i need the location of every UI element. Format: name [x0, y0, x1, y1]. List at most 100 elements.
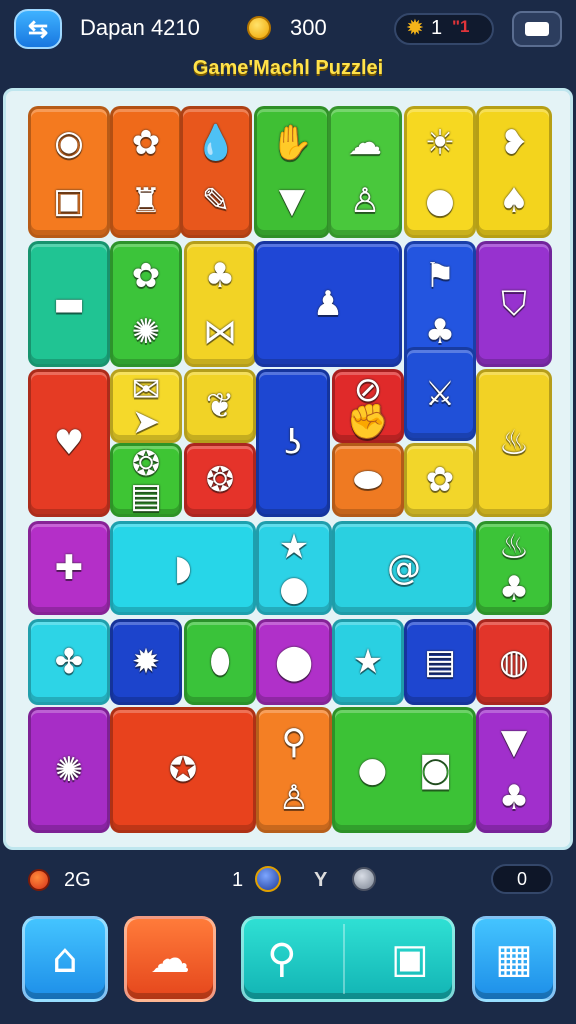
tile-grenade[interactable]: ◍ [476, 619, 552, 705]
camera-icon[interactable]: ▣ [391, 936, 429, 982]
swap-arrows-icon: ⇆ [27, 15, 49, 43]
tile-fruit-money[interactable]: ● ◙ [332, 707, 476, 833]
hand-icon: ✊ [346, 402, 390, 443]
coin-icon [247, 16, 271, 40]
tile-bubble-rocket[interactable]: ✉ ➤ [110, 369, 182, 443]
menu-button[interactable] [512, 11, 562, 47]
heart-icon: ♥ [53, 423, 85, 463]
player-name: Dapan 4210 [80, 15, 200, 40]
leaf-icon: ♠ [498, 181, 530, 222]
tile-heart[interactable]: ♥ [28, 369, 110, 517]
tile-gear-green[interactable]: ✺ [28, 707, 110, 833]
home-button[interactable]: ⌂ [22, 916, 108, 1002]
tile-bulb[interactable]: ⬤ [256, 619, 332, 705]
tile-glove-arrowhead[interactable]: ✋ ▼ [254, 106, 330, 238]
stone-icon[interactable] [352, 867, 376, 891]
score-counter: 0 [491, 864, 553, 894]
tile-paperclip-hand[interactable]: ⊘ ✊ [332, 369, 404, 443]
carrot-icon: ▼ [500, 722, 528, 763]
tile-meat-leaf[interactable]: ❥ ♠ [476, 106, 552, 238]
tile-star-red[interactable]: ★ [332, 619, 404, 705]
shell-icon: ✺ [131, 311, 161, 352]
flower-icon: ✿ [131, 256, 161, 297]
tile-candle[interactable]: ♨ [476, 369, 552, 517]
tile-flower-shell[interactable]: ✿ ✺ [110, 241, 182, 367]
pineapple-icon: ✤ [54, 642, 84, 682]
camera-icon: ▣ [52, 181, 86, 222]
grid-icon: ▦ [495, 936, 533, 982]
tile-cloud-lamp[interactable]: ☁ ♙ [328, 106, 402, 238]
tile-snail[interactable]: @ [332, 521, 476, 615]
tile-star-orange[interactable]: ★ ● [256, 521, 332, 615]
grid-button[interactable]: ▦ [472, 916, 556, 1002]
rocket-icon: ⚲ [281, 722, 307, 763]
sun-icon: ☀ [424, 122, 456, 163]
fruit-icon: ● [357, 750, 388, 790]
hat-icon: ♣ [204, 256, 236, 297]
tile-pill[interactable]: ⬬ [332, 443, 404, 517]
lightbulb-icon: ⬤ [274, 642, 314, 682]
water-drop-icon: 💧 [194, 122, 238, 163]
tool-button-group: ⚲ ▣ [241, 916, 455, 1002]
tile-pineapple[interactable]: ✤ [28, 619, 110, 705]
tile-bottle[interactable]: ♟ [254, 241, 402, 367]
star-icon: ★ [352, 642, 384, 682]
tile-drop-brush[interactable]: 💧 ✎ [180, 106, 252, 238]
game-title: Game'Machl Puzzlei [192, 57, 384, 79]
tile-rocket-candle[interactable]: ⚲ ♙ [256, 707, 332, 833]
tile-sun-badge[interactable]: ✪ [110, 707, 256, 833]
tile-pickle[interactable]: ◗ [110, 521, 256, 615]
level-value: 1 [431, 17, 443, 39]
cloud-icon: ☁ [150, 936, 190, 982]
magnifier-icon[interactable]: ⚲ [267, 936, 296, 982]
tile-sun-radio[interactable]: ❂ ▤ [110, 443, 182, 517]
money-icon: ◙ [419, 750, 453, 790]
tile-hat-bow[interactable]: ♣ ⋈ [184, 241, 256, 367]
grenade-icon: ◍ [499, 642, 529, 682]
tile-hook[interactable]: ʖ [256, 369, 330, 517]
sunflower-icon: ❂ [205, 460, 235, 500]
tile-eye-camera[interactable]: ◉ ▣ [28, 106, 110, 238]
level-extra: "1 [452, 17, 470, 36]
battery-icon [525, 22, 549, 36]
tile-flower-yellow[interactable]: ✿ [404, 443, 476, 517]
meat-icon: ❥ [499, 122, 529, 163]
tile-cross[interactable]: ✚ [28, 521, 110, 615]
cloud-button[interactable]: ☁ [124, 916, 216, 1002]
tile-notepad[interactable]: ▤ [404, 619, 476, 705]
tile-cake[interactable]: ▬ [28, 241, 110, 367]
tile-gear-robot[interactable]: ✿ ♜ [110, 106, 182, 238]
tile-sword[interactable]: ⚔ [404, 347, 476, 441]
candle-icon: ♨ [498, 423, 530, 463]
sword-icon: ⚔ [424, 374, 456, 414]
tile-leaf[interactable]: ❦ [184, 369, 256, 443]
radio-icon: ▤ [129, 476, 163, 517]
shield-icon: ⛉ [501, 284, 527, 324]
hook-icon: ʖ [284, 423, 302, 463]
hint-count: 1 [232, 869, 244, 891]
cake-icon: ▬ [52, 284, 86, 324]
cross-icon: ✚ [54, 548, 84, 588]
tile-sun-lemon[interactable]: ☀ ● [404, 106, 476, 238]
robot-icon: ♜ [130, 181, 162, 222]
snail-icon: @ [387, 548, 421, 588]
tile-sunflower[interactable]: ❂ [184, 443, 256, 517]
potted-plant-icon: ♣ [498, 777, 530, 818]
status-row: 2G 1 Y 0 [0, 860, 576, 900]
gear-icon: ✿ [131, 122, 161, 163]
top-bar: ⇆ Dapan 4210 300 ✹ 1 "1 [0, 0, 576, 56]
bottle-icon: ♟ [312, 284, 344, 324]
tile-potato[interactable]: ⬮ [184, 619, 256, 705]
gear-icon: ✺ [54, 750, 84, 790]
tile-pot-plant[interactable]: ♨ ♣ [476, 521, 552, 615]
bow-icon: ⋈ [203, 311, 237, 352]
gear-icon: ✹ [405, 15, 425, 40]
bomb-icon[interactable] [255, 866, 281, 892]
tile-gear-red[interactable]: ✹ [110, 619, 182, 705]
tile-carrot-plant[interactable]: ▼ ♣ [476, 707, 552, 833]
tile-shield[interactable]: ⛉ [476, 241, 552, 367]
potted-plant-icon: ♣ [498, 568, 530, 609]
lemon-icon: ● [425, 181, 455, 222]
apple-icon [28, 869, 50, 891]
swap-arrows-button[interactable]: ⇆ [14, 9, 62, 49]
